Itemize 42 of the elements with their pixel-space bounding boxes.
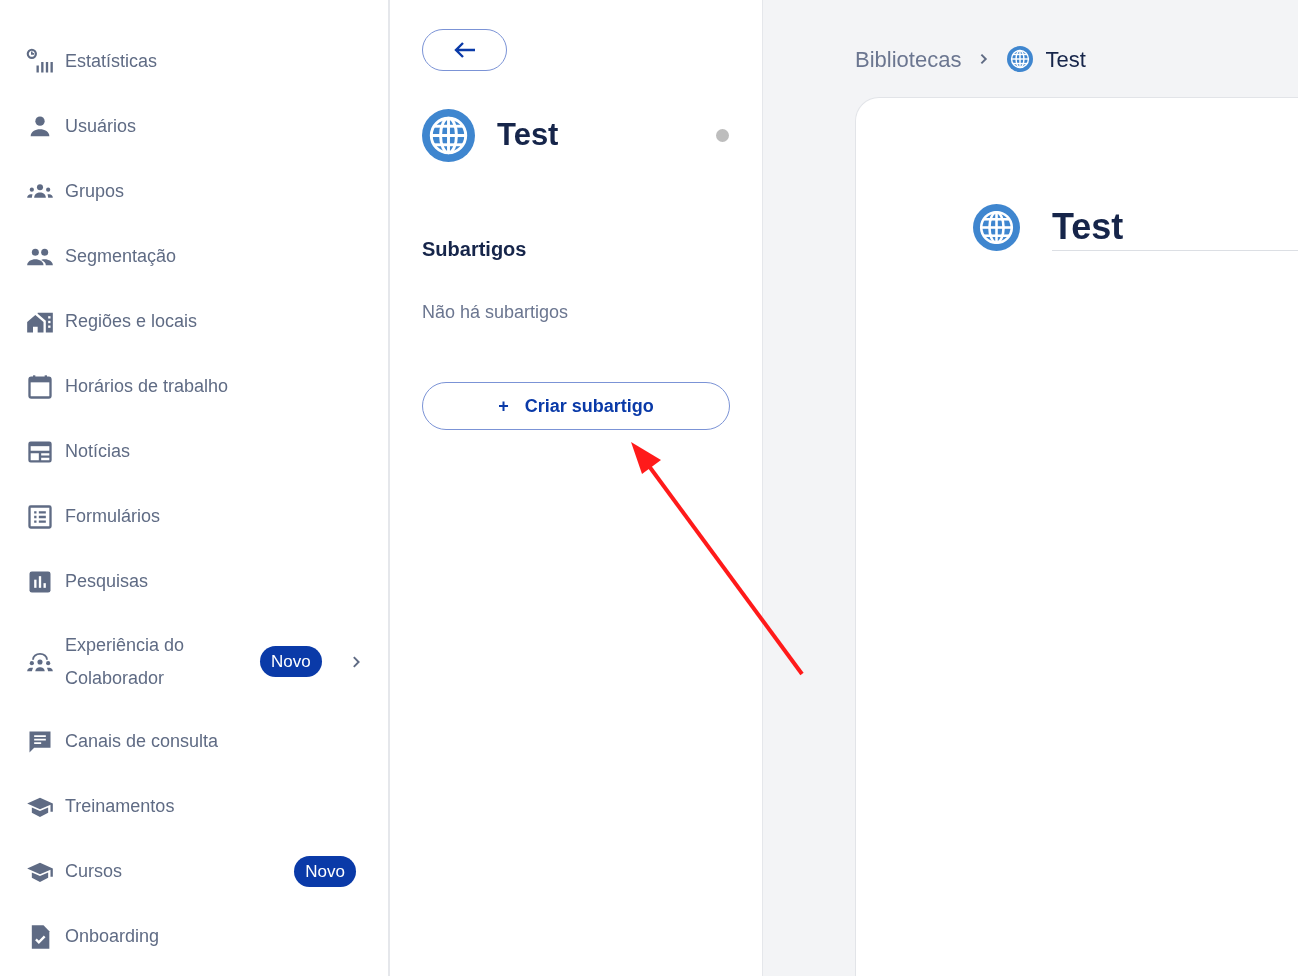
editor-title[interactable]: Test <box>1052 204 1298 251</box>
calendar-icon <box>26 372 54 401</box>
sidebar-item[interactable]: Canais de consulta <box>26 709 356 774</box>
sidebar-label: Formulários <box>65 505 161 528</box>
sidebar-label: Canais de consulta <box>65 730 219 753</box>
sidebar-item[interactable]: Cursos Novo <box>26 839 356 904</box>
sidebar-label: Estatísticas <box>65 50 158 73</box>
sidebar-item[interactable]: Formulários <box>26 484 356 549</box>
sidebar-label: Horários de trabalho <box>65 375 229 398</box>
breadcrumb-item[interactable]: Bibliotecas <box>855 42 962 76</box>
breadcrumb-item: Test <box>1045 45 1086 74</box>
article-title: Test <box>497 116 559 155</box>
arrow-left-icon <box>452 40 477 60</box>
sidebar-item[interactable]: Segmentação <box>26 224 356 289</box>
sidebar-label: Experiência do Colaborador <box>65 633 186 690</box>
sidebar-label: Segmentação <box>65 245 177 268</box>
sidebar-label: Regiões e locais <box>65 310 198 333</box>
sidebar-label: Onboarding <box>65 925 160 948</box>
globe-icon <box>973 204 1020 251</box>
sidebar-item[interactable]: Experiência do Colaborador Novo <box>26 614 356 709</box>
statistics-icon <box>26 47 54 76</box>
sidebar-item[interactable]: Notícias <box>26 419 356 484</box>
sidebar-label: Notícias <box>65 440 131 463</box>
list-icon <box>26 502 54 531</box>
sidebar-label: Pesquisas <box>65 570 149 593</box>
sidebar-item[interactable]: Regiões e locais <box>26 289 356 354</box>
globe-icon <box>422 109 475 162</box>
sidebar-item[interactable]: Grupos <box>26 159 356 224</box>
sidebar-label: Treinamentos <box>65 795 175 818</box>
section-title: Subartigos <box>422 237 528 262</box>
new-badge: Novo <box>294 855 356 888</box>
sidebar-item[interactable]: Treinamentos <box>26 774 356 839</box>
sidebar-label: Usuários <box>65 115 137 138</box>
new-badge: Novo <box>259 645 322 678</box>
sidebar-label: Grupos <box>65 180 125 203</box>
sidebar-item[interactable]: Estatísticas <box>26 29 356 94</box>
sidebar-item[interactable]: Onboarding <box>26 904 356 969</box>
sidebar-item[interactable]: Usuários <box>26 94 356 159</box>
sidebar-item[interactable]: Pesquisas <box>26 549 356 614</box>
sidebar-item[interactable]: Horários de trabalho <box>26 354 356 419</box>
empty-message: Não há subartigos <box>422 301 570 324</box>
sidebar-label: Cursos <box>65 860 122 883</box>
